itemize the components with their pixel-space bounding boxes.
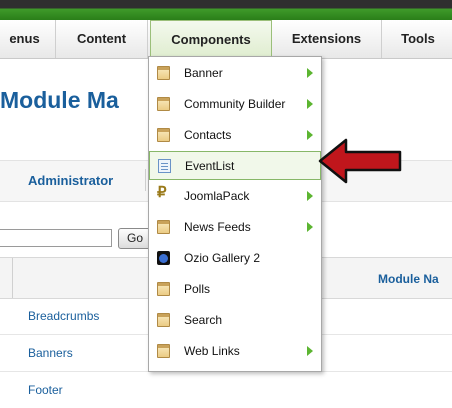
folder-icon: [157, 344, 170, 358]
filter-input[interactable]: [0, 229, 112, 247]
calendar-list-icon: [158, 159, 171, 173]
menu-tab-menus[interactable]: enus: [0, 20, 56, 58]
joomlapack-icon: ₽: [157, 184, 167, 201]
folder-icon: [157, 97, 170, 111]
module-link[interactable]: Banners: [28, 346, 73, 360]
menu-item-contacts[interactable]: Contacts: [149, 121, 321, 150]
go-button[interactable]: Go: [118, 228, 152, 249]
folder-icon: [157, 282, 170, 296]
table-row: Footer: [0, 372, 452, 408]
menu-item-ozio-gallery[interactable]: Ozio Gallery 2: [149, 244, 321, 273]
submenu-arrow-icon: [307, 99, 313, 109]
page-title: Module Ma: [0, 87, 119, 113]
column-divider: [12, 258, 13, 298]
menu-item-news-feeds[interactable]: News Feeds: [149, 213, 321, 242]
submenu-arrow-icon: [307, 68, 313, 78]
red-pointer-arrow-icon: [318, 138, 402, 184]
menu-tab-extensions[interactable]: Extensions: [272, 20, 382, 58]
submenu-arrow-icon: [307, 222, 313, 232]
module-link[interactable]: Breadcrumbs: [28, 309, 99, 323]
menu-tab-components[interactable]: Components: [150, 20, 272, 58]
menu-item-community-builder[interactable]: Community Builder: [149, 90, 321, 119]
components-dropdown-menu: Banner Community Builder Contacts EventL…: [148, 56, 322, 372]
menu-item-joomlapack[interactable]: ₽ JoomlaPack: [149, 182, 321, 211]
top-green-bar: [0, 0, 452, 20]
submenu-arrow-icon: [307, 346, 313, 356]
module-link[interactable]: Footer: [28, 383, 63, 397]
menu-tab-tools[interactable]: Tools: [382, 20, 452, 58]
menu-item-banner[interactable]: Banner: [149, 59, 321, 88]
menu-item-eventlist[interactable]: EventList: [149, 151, 321, 180]
menu-item-polls[interactable]: Polls: [149, 275, 321, 304]
submenu-arrow-icon: [307, 130, 313, 140]
menu-tab-content[interactable]: Content: [56, 20, 148, 58]
main-menubar: enus Content Components Extensions Tools: [0, 20, 452, 59]
folder-icon: [157, 220, 170, 234]
menu-item-search[interactable]: Search: [149, 306, 321, 335]
tab-administrator[interactable]: Administrator: [28, 173, 113, 188]
folder-icon: [157, 66, 170, 80]
menu-item-web-links[interactable]: Web Links: [149, 337, 321, 366]
ozio-gallery-icon: [157, 251, 170, 265]
folder-icon: [157, 313, 170, 327]
column-header-module-name[interactable]: Module Na: [378, 272, 439, 286]
sub-tab-divider: [145, 169, 146, 191]
folder-icon: [157, 128, 170, 142]
submenu-arrow-icon: [307, 191, 313, 201]
